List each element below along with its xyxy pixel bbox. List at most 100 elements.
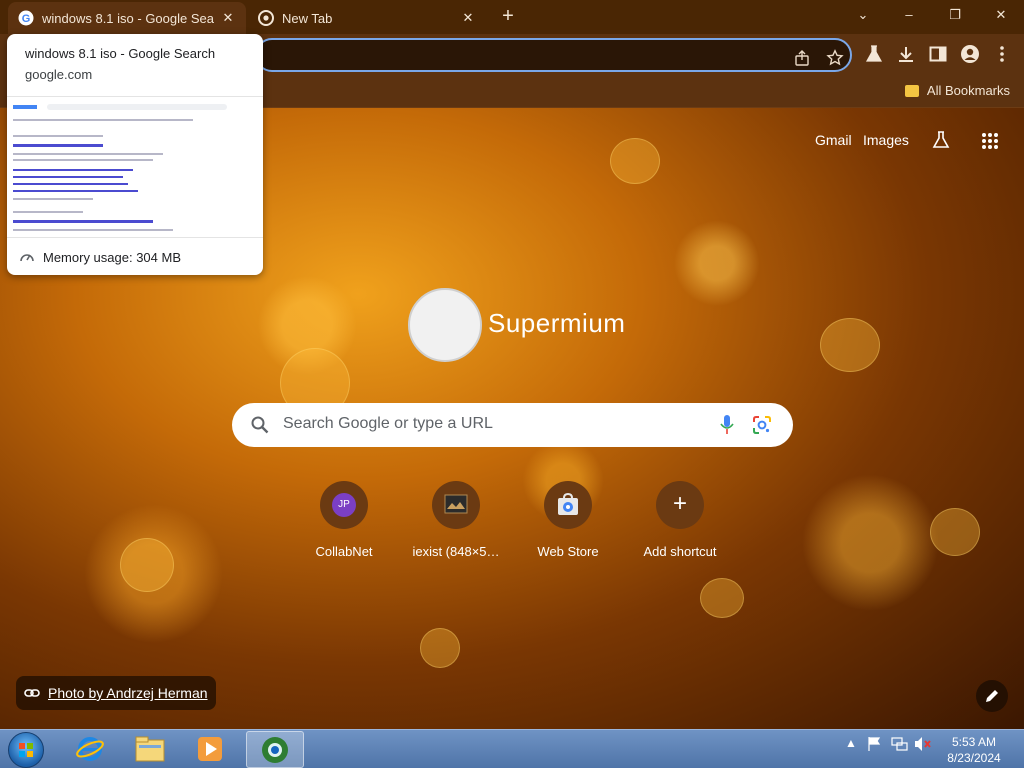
plus-icon: + [672, 490, 687, 517]
search-icon [251, 416, 269, 434]
side-panel-icon[interactable] [928, 44, 948, 64]
chrome-favicon-icon [258, 10, 274, 26]
thumbnail-text [13, 229, 173, 231]
tab-search-button[interactable]: ⌄ [849, 4, 877, 26]
thumbnail-result-link [13, 183, 128, 185]
profile-avatar-icon[interactable] [960, 44, 980, 64]
close-window-button[interactable]: ✕ [987, 4, 1015, 26]
thumbnail-text [13, 159, 153, 161]
background-bokeh [420, 628, 460, 668]
start-button[interactable] [8, 732, 44, 768]
background-bokeh [820, 318, 880, 372]
thumbnail-result-link [13, 144, 103, 147]
thumbnail-result-link [13, 190, 138, 192]
labs-flask-icon[interactable] [864, 44, 884, 64]
shortcut-icon-tile: JP [320, 481, 368, 529]
memory-usage: Memory usage: 304 MB [19, 249, 181, 265]
hover-card-domain: google.com [25, 67, 93, 82]
shortcut-icon-tile [544, 481, 592, 529]
web-store-icon [558, 493, 578, 515]
google-favicon-icon: G [18, 10, 34, 26]
shortcut-icon-tile: + [656, 481, 704, 529]
photo-credit-link[interactable]: Photo by Andrzej Herman [16, 676, 216, 710]
tab-hover-card: windows 8.1 iso - Google Search google.c… [7, 34, 263, 275]
shortcut-label: iexist (848×5… [412, 544, 500, 559]
more-menu-icon[interactable] [992, 44, 1012, 64]
bookmark-star-icon[interactable] [826, 49, 844, 67]
customize-button[interactable] [976, 680, 1008, 712]
action-center-flag-icon[interactable] [866, 736, 882, 752]
shortcut-label: Web Store [537, 544, 599, 559]
all-bookmarks-label: All Bookmarks [926, 83, 1010, 98]
show-hidden-icons[interactable]: ▲ [845, 736, 857, 750]
search-placeholder: Search Google or type a URL [283, 415, 493, 432]
hover-card-title: windows 8.1 iso - Google Search [25, 46, 216, 61]
shortcut-web-store[interactable]: Web Store [512, 481, 624, 559]
labs-flask-icon[interactable] [931, 130, 951, 150]
tab-google-search[interactable]: G windows 8.1 iso - Google Search ✕ [8, 2, 246, 34]
shortcut-label: CollabNet [315, 544, 373, 559]
clock-date: 8/23/2024 [947, 751, 1001, 765]
tab-title: windows 8.1 iso - Google Search [42, 10, 214, 26]
background-bokeh [700, 578, 744, 618]
thumbnail-text [13, 153, 163, 155]
thumbnail-result-link [13, 176, 123, 178]
background-bokeh [930, 508, 980, 556]
google-lens-icon[interactable] [752, 415, 772, 435]
thumbnail-result-link [13, 169, 133, 171]
photo-credit-text: Photo by Andrzej Herman [48, 685, 208, 701]
search-box[interactable]: Search Google or type a URL [232, 403, 793, 447]
link-icon [24, 689, 40, 697]
network-icon[interactable] [891, 736, 909, 752]
bookmark-folder-icon [904, 84, 919, 97]
tab-title: New Tab [282, 10, 333, 26]
thumbnail-text [13, 198, 93, 200]
shortcut-add[interactable]: + Add shortcut [624, 481, 736, 559]
taskbar-supermium[interactable] [246, 731, 304, 768]
background-bokeh [120, 538, 174, 592]
voice-search-icon[interactable] [718, 414, 736, 436]
all-bookmarks-button[interactable]: All Bookmarks [904, 83, 1010, 98]
supermium-browser-icon [262, 737, 288, 763]
gmail-link[interactable]: Gmail [815, 132, 852, 148]
images-link[interactable]: Images [863, 132, 909, 148]
system-clock[interactable]: 5:53 AM 8/23/2024 [935, 734, 1013, 766]
restore-button[interactable]: ❐ [941, 4, 969, 26]
thumbnail-text [13, 211, 83, 213]
windows-logo-icon [19, 743, 33, 757]
download-icon[interactable] [896, 44, 916, 64]
windows-taskbar: ▲ 5:53 AM 8/23/2024 [0, 729, 1024, 768]
clock-time: 5:53 AM [951, 735, 997, 749]
tab-close-icon[interactable]: ✕ [220, 10, 236, 26]
address-bar[interactable] [255, 38, 852, 72]
internet-explorer-icon [76, 737, 104, 761]
folder-icon [135, 736, 165, 762]
minimize-button[interactable]: – [895, 4, 923, 26]
thumbnail-nav [13, 119, 193, 121]
thumbnail-search-bar [47, 104, 227, 110]
page-preview-thumbnail [7, 96, 263, 238]
tab-strip: G windows 8.1 iso - Google Search ✕ New … [0, 0, 1024, 34]
apps-grid-icon[interactable] [981, 132, 999, 150]
logo-text: Supermium [488, 308, 626, 338]
tab-close-icon[interactable]: ✕ [460, 10, 476, 26]
taskbar-media-player[interactable] [181, 731, 239, 768]
taskbar-file-explorer[interactable] [121, 731, 179, 768]
shortcut-icon-tile [432, 481, 480, 529]
thumbnail-result-link [13, 220, 153, 223]
new-tab-button[interactable]: + [497, 6, 519, 28]
collabnet-icon: JP [332, 493, 356, 517]
thumbnail-text [13, 135, 103, 137]
pencil-icon [986, 690, 998, 702]
volume-muted-icon[interactable] [914, 736, 932, 752]
image-thumbnail-icon [444, 494, 468, 514]
tab-new-tab[interactable]: New Tab ✕ [248, 2, 486, 34]
thumbnail-logo [13, 105, 37, 109]
shortcut-iexist[interactable]: iexist (848×5… [400, 481, 512, 559]
share-icon[interactable] [793, 49, 811, 67]
shortcut-collabnet[interactable]: JP CollabNet [288, 481, 400, 559]
background-bokeh [610, 138, 660, 184]
memory-usage-label: Memory usage: 304 MB [43, 249, 182, 265]
taskbar-internet-explorer[interactable] [61, 731, 119, 768]
gauge-icon [20, 254, 34, 262]
